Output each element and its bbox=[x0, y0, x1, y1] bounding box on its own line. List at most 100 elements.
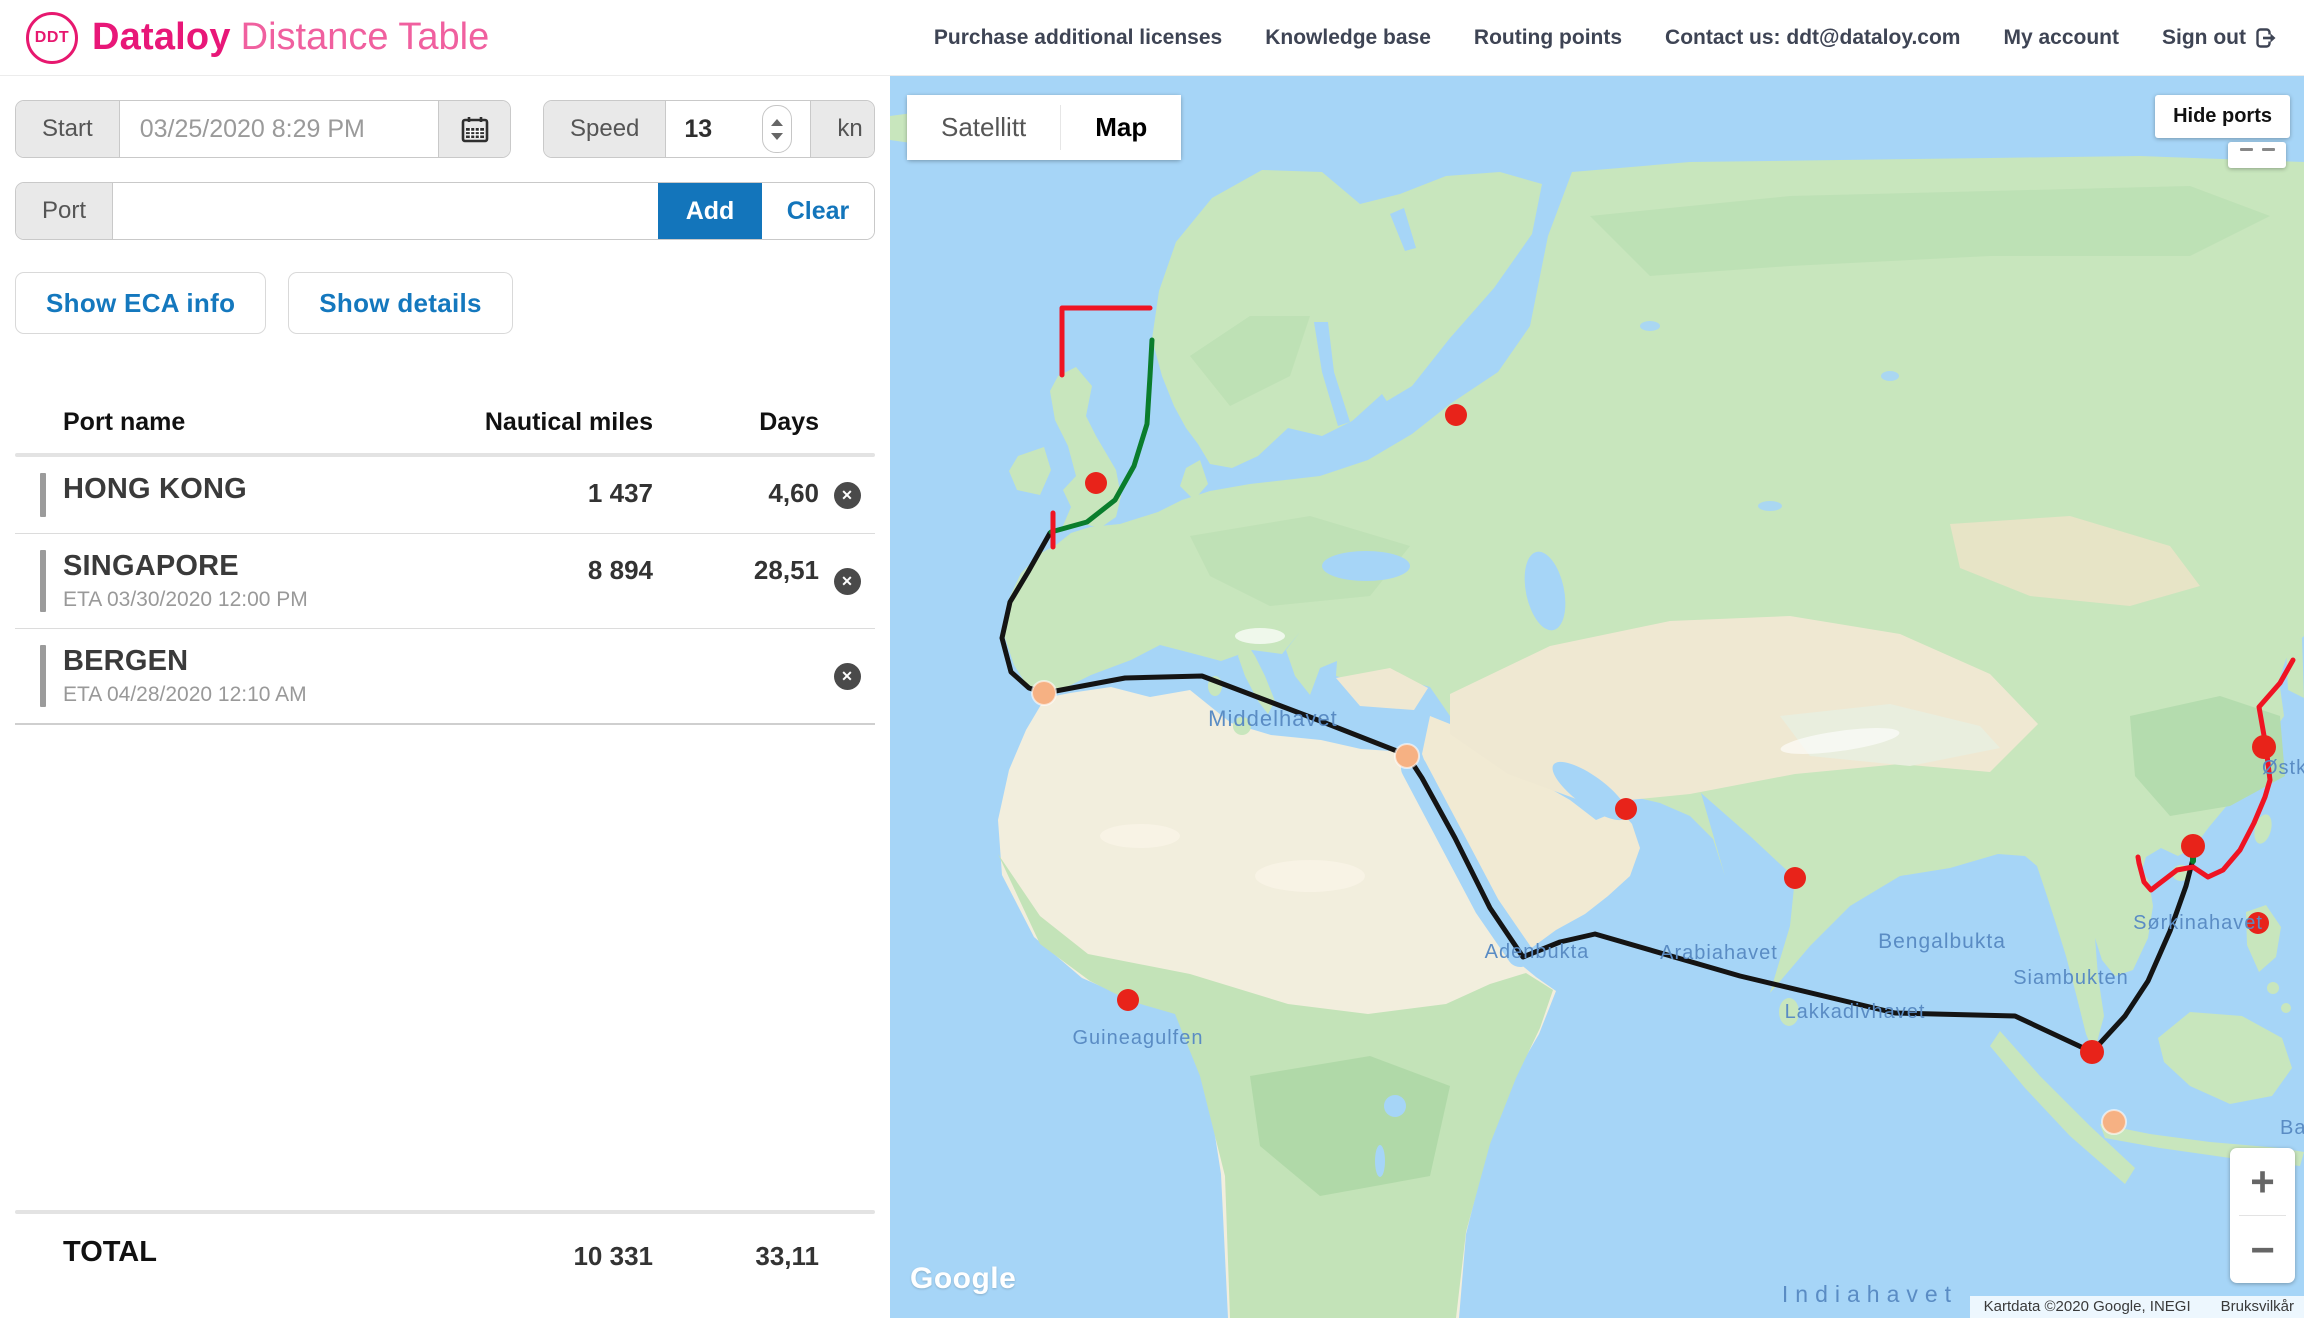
port-marker-red[interactable] bbox=[2252, 735, 2276, 759]
terrain-sahara-light bbox=[1100, 824, 1180, 848]
brand-logo[interactable]: DDT Dataloy Distance Table bbox=[26, 12, 489, 64]
calendar-button[interactable] bbox=[438, 101, 510, 157]
waypoint-marker-orange[interactable] bbox=[2102, 1110, 2126, 1134]
port-cell: BERGEN ETA 04/28/2020 12:10 AM bbox=[63, 645, 483, 707]
port-row: Port Add Clear bbox=[15, 182, 875, 240]
start-input-group: Start bbox=[15, 100, 511, 158]
add-port-button[interactable]: Add bbox=[658, 183, 762, 239]
port-marker-red[interactable] bbox=[1615, 798, 1637, 820]
sign-out-icon bbox=[2254, 26, 2278, 50]
speed-input-group: Speed kn bbox=[543, 100, 875, 158]
port-marker-red[interactable] bbox=[2080, 1040, 2104, 1064]
nav-knowledge-base[interactable]: Knowledge base bbox=[1265, 26, 1431, 50]
zoom-out-button[interactable]: − bbox=[2230, 1216, 2295, 1283]
map-type-control: Satellitt Map bbox=[907, 95, 1181, 160]
miles-value bbox=[483, 645, 653, 650]
sea-label: Adenbukta bbox=[1485, 941, 1590, 963]
port-input-group: Port Add Clear bbox=[15, 182, 875, 240]
port-marker-red[interactable] bbox=[1085, 472, 1107, 494]
lake bbox=[1881, 371, 1899, 381]
clear-button[interactable]: Clear bbox=[762, 183, 874, 239]
nav-purchase-licenses[interactable]: Purchase additional licenses bbox=[934, 26, 1222, 50]
col-days: Days bbox=[653, 408, 819, 437]
land-philippine-island bbox=[2281, 1003, 2291, 1013]
port-cell: HONG KONG bbox=[63, 473, 483, 506]
toggle-buttons-row: Show ECA info Show details bbox=[15, 272, 875, 334]
sea-label: Lakkadivhavet bbox=[1785, 1001, 1926, 1023]
sea-label: Guineagulfen bbox=[1073, 1027, 1204, 1049]
brand-suffix: Distance Table bbox=[241, 16, 490, 59]
stepper-up-icon[interactable] bbox=[771, 119, 783, 126]
speed-unit-label: kn bbox=[810, 101, 875, 157]
land-philippine-island bbox=[2267, 982, 2279, 994]
sign-out-label: Sign out bbox=[2162, 26, 2246, 50]
sea-label: Bengalbukta bbox=[1878, 930, 2006, 953]
port-marker-red[interactable] bbox=[1445, 404, 1467, 426]
collapsed-control[interactable] bbox=[2228, 142, 2286, 168]
speed-stepper[interactable] bbox=[762, 105, 792, 153]
port-marker-red[interactable] bbox=[2181, 834, 2205, 858]
port-eta: ETA 04/28/2020 12:10 AM bbox=[63, 683, 483, 707]
land-sumatra bbox=[1990, 1031, 2135, 1184]
lake-victoria bbox=[1384, 1095, 1406, 1117]
map-attribution: Kartdata ©2020 Google, INEGI Bruksvilkår bbox=[1970, 1296, 2304, 1318]
sea-label: Indiahavet bbox=[1782, 1281, 1958, 1307]
nav-routing-points[interactable]: Routing points bbox=[1474, 26, 1622, 50]
show-details-button[interactable]: Show details bbox=[288, 272, 513, 334]
nav-sign-out[interactable]: Sign out bbox=[2162, 26, 2278, 50]
drag-handle[interactable] bbox=[40, 473, 46, 517]
waypoint-marker-orange[interactable] bbox=[1395, 744, 1419, 768]
nav-my-account[interactable]: My account bbox=[2003, 26, 2119, 50]
sea-label: Sørkinahavet bbox=[2133, 912, 2263, 934]
zoom-in-button[interactable]: + bbox=[2230, 1148, 2295, 1215]
drag-handle[interactable] bbox=[40, 550, 46, 612]
map-zoom-control: + − bbox=[2230, 1148, 2295, 1283]
hide-ports-button[interactable]: Hide ports bbox=[2155, 95, 2290, 138]
port-marker-red[interactable] bbox=[1117, 989, 1139, 1011]
table-header: Port name Nautical miles Days bbox=[15, 408, 875, 453]
port-marker-red[interactable] bbox=[1784, 867, 1806, 889]
attribution-text: Kartdata ©2020 Google, INEGI bbox=[1984, 1298, 2191, 1315]
speed-label: Speed bbox=[544, 101, 666, 157]
terrain-sahara-light bbox=[1255, 860, 1365, 892]
waypoint-marker-orange[interactable] bbox=[1032, 681, 1056, 705]
col-port-name: Port name bbox=[63, 408, 483, 437]
start-date-input[interactable] bbox=[120, 101, 438, 157]
col-nautical-miles: Nautical miles bbox=[483, 408, 653, 437]
table-row: SINGAPORE ETA 03/30/2020 12:00 PM 8 894 … bbox=[15, 534, 875, 629]
stepper-down-icon[interactable] bbox=[771, 133, 783, 140]
port-list: HONG KONG 1 437 4,60 SINGAPORE ETA 03/30… bbox=[15, 457, 875, 725]
port-input[interactable] bbox=[113, 183, 658, 239]
port-name: BERGEN bbox=[63, 645, 483, 678]
drag-handle[interactable] bbox=[40, 645, 46, 707]
remove-port-button[interactable] bbox=[834, 663, 861, 690]
route-panel: Start Speed bbox=[0, 76, 890, 1318]
sea-label: Middelhavet bbox=[1208, 706, 1338, 731]
remove-port-button[interactable] bbox=[834, 568, 861, 595]
total-miles: 10 331 bbox=[483, 1236, 653, 1272]
sea-label: Østkinahavet bbox=[2262, 757, 2304, 779]
days-value: 4,60 bbox=[653, 473, 819, 509]
port-eta: ETA 03/30/2020 12:00 PM bbox=[63, 588, 483, 612]
map-type-satellite-button[interactable]: Satellitt bbox=[907, 95, 1060, 160]
lake bbox=[1640, 321, 1660, 331]
total-label: TOTAL bbox=[63, 1236, 483, 1269]
google-logo: Google bbox=[910, 1262, 1016, 1296]
app-header: DDT Dataloy Distance Table Purchase addi… bbox=[0, 0, 2304, 76]
lake-tanganyika bbox=[1375, 1145, 1385, 1177]
port-label: Port bbox=[16, 183, 113, 239]
map-canvas[interactable]: Middelhavet Adenbukta Arabiahavet Bengal… bbox=[890, 76, 2304, 1318]
land-ireland bbox=[1009, 447, 1051, 495]
port-name: SINGAPORE bbox=[63, 550, 483, 583]
map-type-map-button[interactable]: Map bbox=[1061, 95, 1181, 160]
show-eca-info-button[interactable]: Show ECA info bbox=[15, 272, 266, 334]
sea-label: Bandahavet bbox=[2280, 1117, 2304, 1139]
land-borneo bbox=[2158, 1012, 2292, 1104]
nav-contact-us[interactable]: Contact us: ddt@dataloy.com bbox=[1665, 26, 1960, 50]
total-days: 33,11 bbox=[653, 1236, 819, 1272]
days-value: 28,51 bbox=[653, 550, 819, 586]
terms-link[interactable]: Bruksvilkår bbox=[2221, 1298, 2294, 1315]
terrain-alps bbox=[1235, 628, 1285, 644]
speed-input[interactable] bbox=[684, 115, 748, 144]
remove-port-button[interactable] bbox=[834, 482, 861, 509]
